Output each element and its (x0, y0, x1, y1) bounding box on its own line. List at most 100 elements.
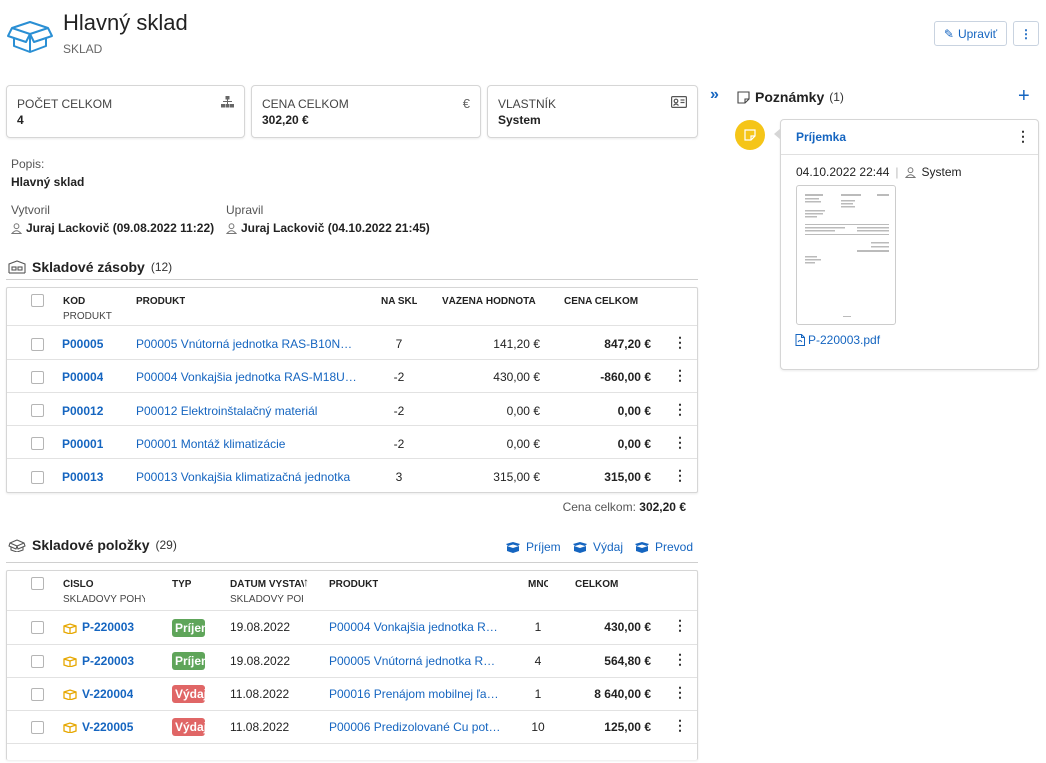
row-checkbox[interactable] (31, 371, 44, 384)
pdf-file-name: P-220003.pdf (808, 333, 881, 347)
stock-code-link[interactable]: P00013 (62, 470, 103, 484)
row-menu-icon[interactable]: ⋮ (673, 335, 687, 349)
table-row[interactable]: V-220004 Výdaj 11.08.2022 P00016 Prenájo… (7, 677, 697, 710)
table-row[interactable]: P-220003 Príjem 19.08.2022 P00005 Vnútor… (7, 644, 697, 677)
collapse-panel-icon[interactable]: » (710, 86, 719, 104)
items-section-header: Skladové položky (29) (8, 537, 177, 553)
row-menu-icon[interactable]: ⋮ (673, 618, 687, 632)
row-checkbox[interactable] (31, 721, 44, 734)
note-menu-icon[interactable]: ⋮ (1016, 129, 1030, 143)
stock-product-link[interactable]: P00012 Elektroinštalačný materiál (136, 404, 358, 418)
select-all-checkbox[interactable] (31, 294, 44, 307)
table-row[interactable]: P-220003 Príjem 19.08.2022 P00004 Vonkaj… (7, 610, 697, 644)
stock-table: Kód Produkt Produkt Na skl Vážená hodnot… (6, 287, 698, 493)
stock-product-link[interactable]: P00013 Vonkajšia klimatizačná jednotka (136, 470, 358, 484)
stock-total: 0,00 € (617, 404, 651, 418)
stock-total: 0,00 € (617, 437, 651, 451)
row-checkbox[interactable] (31, 688, 44, 701)
stock-qty: 7 (395, 337, 403, 351)
row-menu-icon[interactable]: ⋮ (673, 435, 687, 449)
item-product-link[interactable]: P00004 Vonkajšia jednotka RAS-M18UAV-E (329, 620, 503, 634)
row-menu-icon[interactable]: ⋮ (673, 468, 687, 482)
stock-product-link[interactable]: P00004 Vonkajšia jednotka RAS-M18UAV-E (136, 370, 358, 384)
item-total: 125,00 € (604, 720, 651, 734)
item-number-link[interactable]: P-220003 (82, 620, 134, 634)
item-qty: 4 (534, 654, 542, 668)
col-date[interactable]: Dátum vystavenia (230, 579, 304, 590)
type-badge: Príjem (172, 619, 205, 637)
stock-total: -860,00 € (600, 370, 651, 384)
transfer-action[interactable]: Prevod (634, 540, 693, 554)
col-number[interactable]: Číslo (63, 579, 94, 590)
receive-action[interactable]: Príjem (505, 540, 561, 554)
stock-code-link[interactable]: P00012 (62, 404, 103, 418)
row-checkbox[interactable] (31, 655, 44, 668)
col-weighted[interactable]: Vážená hodnota (442, 296, 536, 307)
row-checkbox[interactable] (31, 404, 44, 417)
stock-weighted: 315,00 € (493, 470, 540, 484)
items-divider (6, 562, 698, 563)
row-menu-icon[interactable]: ⋮ (673, 402, 687, 416)
table-row[interactable]: P00005 P00005 Vnútorná jednotka RAS-B10N… (7, 325, 697, 359)
row-menu-icon[interactable]: ⋮ (673, 652, 687, 666)
row-checkbox[interactable] (31, 437, 44, 450)
receive-label: Príjem (526, 540, 561, 554)
table-row[interactable]: P00004 P00004 Vonkajšia jednotka RAS-M18… (7, 359, 697, 392)
more-actions-button[interactable]: ⋮ (1013, 21, 1039, 46)
col-total[interactable]: Cena celkom (564, 296, 638, 307)
page-title: Hlavný sklad (63, 10, 188, 35)
updated-by: Juraj Lackovič (04.10.2022 21:45) (226, 221, 430, 235)
stock-qty: -2 (393, 437, 405, 451)
select-all-checkbox[interactable] (31, 577, 44, 590)
row-menu-icon[interactable]: ⋮ (673, 718, 687, 732)
table-row[interactable]: P00012 P00012 Elektroinštalačný materiál… (7, 392, 697, 425)
pdf-file-link[interactable]: P-220003.pdf (795, 333, 880, 347)
item-product-link[interactable]: P00006 Predizolované Cu potrubie (329, 720, 503, 734)
item-number-link[interactable]: V-220004 (82, 687, 133, 701)
document-preview-image (805, 194, 889, 317)
stock-code-link[interactable]: P00005 (62, 337, 103, 351)
pdf-thumbnail[interactable] (796, 185, 896, 325)
table-row-partial (7, 743, 697, 763)
col-code[interactable]: Kód (63, 296, 85, 307)
table-row[interactable]: V-220005 Výdaj 11.08.2022 P00006 Predizo… (7, 710, 697, 743)
item-product-link[interactable]: P00005 Vnútorná jednotka RAS-B10N3KVRG-E (329, 654, 503, 668)
table-row[interactable]: P00001 P00001 Montáž klimatizácie -2 0,0… (7, 425, 697, 458)
col-qty[interactable]: Na skl (381, 296, 417, 307)
add-note-icon[interactable]: + (1018, 86, 1030, 106)
stock-product-link[interactable]: P00005 Vnútorná jednotka RAS-B10N3KVRG-E (136, 337, 358, 351)
row-checkbox[interactable] (31, 471, 44, 484)
sort-arrow-up-icon[interactable]: ↑ (303, 575, 309, 589)
note-divider (781, 154, 1038, 155)
stock-title: Skladové zásoby (32, 259, 145, 275)
col-total[interactable]: Celkom (575, 579, 618, 590)
edit-button[interactable]: ✎ Upraviť (934, 21, 1007, 46)
table-row[interactable]: P00013 P00013 Vonkajšia klimatizačná jed… (7, 458, 697, 493)
col-type[interactable]: Typ (172, 579, 191, 590)
stock-product-link[interactable]: P00001 Montáž klimatizácie (136, 437, 358, 451)
issue-action[interactable]: Výdaj (572, 540, 623, 554)
row-menu-icon[interactable]: ⋮ (673, 685, 687, 699)
stock-code-link[interactable]: P00004 (62, 370, 103, 384)
created-value: Juraj Lackovič (09.08.2022 11:22) (26, 221, 215, 235)
card-label: Počet celkom (17, 97, 113, 111)
card-label: Cena celkom (262, 97, 349, 111)
row-checkbox[interactable] (31, 338, 44, 351)
item-number-link[interactable]: V-220005 (82, 720, 133, 734)
note-title-link[interactable]: Príjemka (796, 130, 846, 144)
description-value: Hlavný sklad (11, 175, 85, 189)
col-qty[interactable]: Množstvo (528, 579, 548, 590)
item-number-link[interactable]: P-220003 (82, 654, 134, 668)
stock-code-link[interactable]: P00001 (62, 437, 103, 451)
col-product[interactable]: Produkt (329, 579, 378, 590)
notes-title: Poznámky (755, 89, 825, 105)
note-author: System (921, 165, 962, 179)
hierarchy-icon (221, 96, 234, 111)
col-product[interactable]: Produkt (136, 296, 185, 307)
item-total: 430,00 € (604, 620, 651, 634)
type-badge: Príjem (172, 652, 205, 670)
item-date: 11.08.2022 (230, 720, 290, 734)
row-checkbox[interactable] (31, 621, 44, 634)
row-menu-icon[interactable]: ⋮ (673, 368, 687, 382)
item-product-link[interactable]: P00016 Prenájom mobilnej ľadovej plochy (329, 687, 503, 701)
